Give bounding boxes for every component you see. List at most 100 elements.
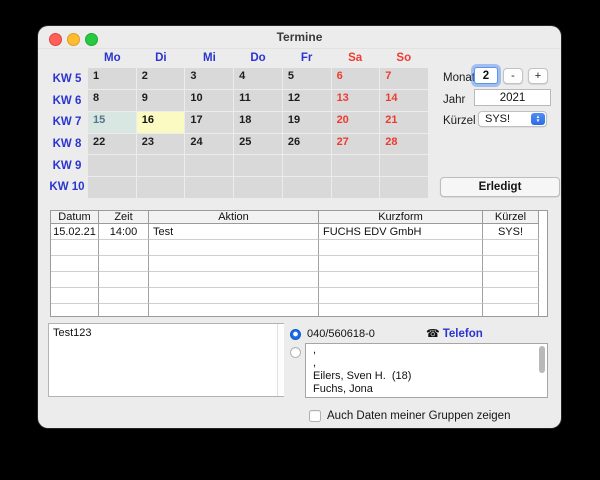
- calendar-day-empty[interactable]: [234, 177, 282, 198]
- calendar-day-19[interactable]: 19: [283, 112, 331, 133]
- calendar-day-empty[interactable]: [185, 177, 233, 198]
- calendar-day-5[interactable]: 5: [283, 68, 331, 89]
- column-header-datum[interactable]: Datum: [51, 211, 99, 224]
- table-cell[interactable]: 14:00: [99, 224, 149, 240]
- calendar-day-18[interactable]: 18: [234, 112, 282, 133]
- monat-input[interactable]: 2: [474, 67, 498, 84]
- notes-textarea[interactable]: [48, 323, 284, 397]
- table-cell[interactable]: [149, 272, 319, 288]
- calendar-day-17[interactable]: 17: [185, 112, 233, 133]
- column-header-krzel[interactable]: Kürzel: [483, 211, 539, 224]
- calendar-day-empty[interactable]: [332, 177, 380, 198]
- calendar-day-empty[interactable]: [137, 155, 185, 176]
- table-cell[interactable]: [483, 256, 539, 272]
- telefon-link[interactable]: ☎ Telefon: [426, 327, 483, 340]
- table-cell[interactable]: [483, 272, 539, 288]
- calendar-day-21[interactable]: 21: [380, 112, 428, 133]
- list-item[interactable]: ,: [306, 344, 547, 357]
- table-cell[interactable]: [319, 240, 483, 256]
- calendar-day-8[interactable]: 8: [88, 90, 136, 111]
- table-row[interactable]: [51, 304, 547, 317]
- phone-radio-selected[interactable]: [290, 329, 301, 340]
- table-cell[interactable]: [149, 288, 319, 304]
- table-row[interactable]: 15.02.2114:00TestFUCHS EDV GmbHSYS!: [51, 224, 547, 240]
- list-item[interactable]: Eilers, Sven H. (18): [306, 370, 547, 383]
- calendar-day-16[interactable]: 16: [137, 112, 185, 133]
- column-header-aktion[interactable]: Aktion: [149, 211, 319, 224]
- table-cell[interactable]: [99, 304, 149, 317]
- contact-radio-unselected[interactable]: [290, 347, 301, 358]
- calendar-day-28[interactable]: 28: [380, 134, 428, 155]
- calendar-day-empty[interactable]: [283, 177, 331, 198]
- calendar-day-14[interactable]: 14: [380, 90, 428, 111]
- table-row[interactable]: [51, 288, 547, 304]
- table-cell[interactable]: [99, 256, 149, 272]
- table-cell[interactable]: [51, 272, 99, 288]
- table-cell[interactable]: [483, 240, 539, 256]
- calendar-day-empty[interactable]: [88, 155, 136, 176]
- calendar-day-12[interactable]: 12: [283, 90, 331, 111]
- table-cell[interactable]: [99, 240, 149, 256]
- calendar-day-4[interactable]: 4: [234, 68, 282, 89]
- table-row[interactable]: [51, 240, 547, 256]
- table-cell[interactable]: [483, 288, 539, 304]
- table-cell[interactable]: FUCHS EDV GmbH: [319, 224, 483, 240]
- calendar-day-22[interactable]: 22: [88, 134, 136, 155]
- calendar-day-2[interactable]: 2: [137, 68, 185, 89]
- table-cell[interactable]: [99, 288, 149, 304]
- calendar-day-23[interactable]: 23: [137, 134, 185, 155]
- calendar-day-27[interactable]: 27: [332, 134, 380, 155]
- table-cell[interactable]: [99, 272, 149, 288]
- notes-scrollbar[interactable]: [277, 324, 284, 396]
- groups-checkbox[interactable]: [309, 410, 321, 422]
- calendar-day-13[interactable]: 13: [332, 90, 380, 111]
- jahr-input[interactable]: 2021: [474, 89, 551, 106]
- table-cell[interactable]: [51, 288, 99, 304]
- calendar-day-1[interactable]: 1: [88, 68, 136, 89]
- calendar-day-empty[interactable]: [137, 177, 185, 198]
- calendar-day-26[interactable]: 26: [283, 134, 331, 155]
- table-cell[interactable]: [319, 304, 483, 317]
- calendar-day-empty[interactable]: [380, 155, 428, 176]
- calendar-day-empty[interactable]: [234, 155, 282, 176]
- month-minus-button[interactable]: -: [503, 68, 523, 84]
- table-cell[interactable]: [319, 272, 483, 288]
- table-row[interactable]: [51, 256, 547, 272]
- calendar-day-3[interactable]: 3: [185, 68, 233, 89]
- table-cell[interactable]: 15.02.21: [51, 224, 99, 240]
- kuerzel-select[interactable]: SYS! ▲▼: [478, 111, 547, 127]
- calendar-day-7[interactable]: 7: [380, 68, 428, 89]
- calendar-day-25[interactable]: 25: [234, 134, 282, 155]
- list-item[interactable]: ,: [306, 357, 547, 370]
- calendar-day-15[interactable]: 15: [88, 112, 136, 133]
- erledigt-button[interactable]: Erledigt: [440, 177, 560, 197]
- calendar-day-9[interactable]: 9: [137, 90, 185, 111]
- calendar-day-empty[interactable]: [332, 155, 380, 176]
- table-cell[interactable]: [51, 240, 99, 256]
- table-cell[interactable]: [319, 256, 483, 272]
- table-cell[interactable]: [51, 256, 99, 272]
- table-cell[interactable]: [51, 304, 99, 317]
- calendar-day-empty[interactable]: [380, 177, 428, 198]
- title-bar[interactable]: Termine: [38, 26, 561, 49]
- list-item[interactable]: Fuchs, Jona: [306, 383, 547, 396]
- calendar-day-11[interactable]: 11: [234, 90, 282, 111]
- calendar-day-20[interactable]: 20: [332, 112, 380, 133]
- calendar-day-empty[interactable]: [283, 155, 331, 176]
- listbox-scrollbar-thumb[interactable]: [539, 346, 545, 373]
- table-cell[interactable]: Test: [149, 224, 319, 240]
- calendar-day-empty[interactable]: [88, 177, 136, 198]
- month-plus-button[interactable]: +: [528, 68, 548, 84]
- contacts-listbox[interactable]: ,,Eilers, Sven H. (18)Fuchs, Jona: [305, 343, 548, 398]
- table-cell[interactable]: [149, 256, 319, 272]
- table-row[interactable]: [51, 272, 547, 288]
- table-cell[interactable]: [149, 304, 319, 317]
- appointments-table[interactable]: DatumZeitAktionKurzformKürzel15.02.2114:…: [50, 210, 548, 317]
- table-cell[interactable]: [319, 288, 483, 304]
- table-cell[interactable]: SYS!: [483, 224, 539, 240]
- calendar-day-10[interactable]: 10: [185, 90, 233, 111]
- calendar-day-24[interactable]: 24: [185, 134, 233, 155]
- column-header-zeit[interactable]: Zeit: [99, 211, 149, 224]
- calendar-day-empty[interactable]: [185, 155, 233, 176]
- table-cell[interactable]: [149, 240, 319, 256]
